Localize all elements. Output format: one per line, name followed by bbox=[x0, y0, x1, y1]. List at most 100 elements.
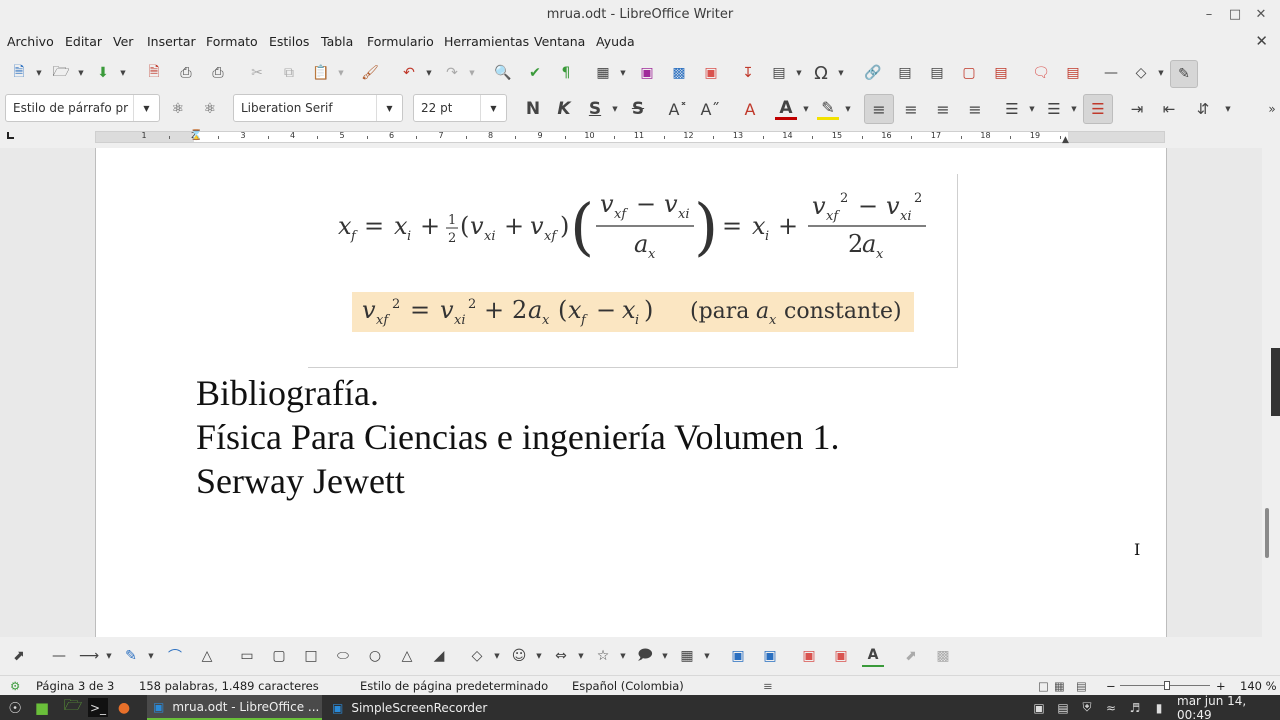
superscript-icon[interactable]: A˟ bbox=[667, 98, 689, 120]
show-desktop-icon[interactable]: ■ bbox=[32, 698, 52, 717]
clipboard-tray-icon[interactable]: ▤ bbox=[1054, 698, 1072, 717]
menu-ventana[interactable]: Ventana bbox=[534, 34, 585, 49]
taskbar-app-writer[interactable]: ▣ mrua.odt - LibreOffice ... bbox=[147, 695, 322, 720]
ellipse-icon[interactable]: ⬭ bbox=[332, 645, 354, 667]
draw-functions-icon[interactable]: ✎ bbox=[1170, 60, 1198, 88]
fontwork-icon[interactable]: A bbox=[862, 645, 884, 667]
doc-line-authors[interactable]: Serway Jewett bbox=[196, 460, 405, 502]
right-triangle-icon[interactable]: ◢ bbox=[428, 645, 450, 667]
anchor-icon[interactable]: ⬈ bbox=[900, 645, 922, 667]
ordered-list-icon[interactable]: ☰ bbox=[1043, 98, 1065, 120]
firefox-icon[interactable]: ● bbox=[114, 698, 134, 717]
ordered-list-dropdown-icon[interactable]: ▼ bbox=[1070, 98, 1078, 120]
terminal-icon[interactable]: >_ bbox=[88, 698, 108, 717]
menu-formato[interactable]: Formato bbox=[206, 34, 258, 49]
increase-indent-icon[interactable]: ⇥ bbox=[1126, 98, 1148, 120]
status-language[interactable]: Español (Colombia) bbox=[572, 679, 684, 693]
find-replace-icon[interactable]: 🔍 bbox=[492, 62, 514, 84]
menu-formulario[interactable]: Formulario bbox=[367, 34, 434, 49]
endnote-icon[interactable]: ▤ bbox=[926, 62, 948, 84]
decrease-indent-icon[interactable]: ⇤ bbox=[1158, 98, 1180, 120]
field-dropdown-icon[interactable]: ▼ bbox=[795, 62, 803, 84]
bold-button[interactable]: N bbox=[522, 98, 544, 120]
highlight-dropdown-icon[interactable]: ▼ bbox=[844, 98, 852, 120]
strikethrough-button[interactable]: S bbox=[627, 98, 649, 120]
comment-icon[interactable]: 🗨 bbox=[1030, 62, 1052, 84]
insert-image-icon[interactable]: ▣ bbox=[636, 62, 658, 84]
basic-shapes-icon[interactable]: ◇ bbox=[1130, 62, 1152, 84]
hyperlink-icon[interactable]: 🔗 bbox=[862, 62, 884, 84]
line-dropdown-icon[interactable]: ▼ bbox=[105, 645, 113, 667]
paragraph-style-dropdown-icon[interactable]: ▼ bbox=[133, 95, 159, 121]
font-name-combo[interactable]: Liberation Serif ▼ bbox=[233, 94, 403, 122]
basic-shapes-dropdown-icon[interactable]: ▼ bbox=[493, 645, 501, 667]
flowchart-icon[interactable]: ▦ bbox=[676, 645, 698, 667]
font-name-dropdown-icon[interactable]: ▼ bbox=[376, 95, 402, 121]
select-arrow-icon[interactable]: ⬈ bbox=[8, 645, 30, 667]
maximize-icon[interactable]: □ bbox=[1226, 6, 1244, 24]
zoom-slider-thumb[interactable] bbox=[1164, 681, 1170, 690]
redo-icon[interactable]: ↷ bbox=[441, 62, 463, 84]
textbox-icon[interactable]: ▣ bbox=[798, 645, 820, 667]
arrows-dropdown-icon[interactable]: ▼ bbox=[577, 645, 585, 667]
view-multi-page-icon[interactable]: ▦ bbox=[1054, 679, 1065, 693]
subscript-icon[interactable]: A˝ bbox=[699, 98, 721, 120]
save-dropdown-icon[interactable]: ▼ bbox=[119, 62, 127, 84]
formatting-marks-icon[interactable]: ¶ bbox=[555, 62, 577, 84]
status-nav-icon[interactable]: ⚙ bbox=[10, 679, 20, 693]
menu-estilos[interactable]: Estilos bbox=[269, 34, 309, 49]
undo-icon[interactable]: ↶ bbox=[398, 62, 420, 84]
arrow-line-icon[interactable]: ⟶ bbox=[78, 645, 100, 667]
shield-tray-icon[interactable]: ⛨ bbox=[1078, 698, 1096, 717]
minimize-icon[interactable]: – bbox=[1200, 6, 1218, 24]
spelling-icon[interactable]: ✔ bbox=[524, 62, 546, 84]
file-manager-icon[interactable]: 🗁 bbox=[62, 696, 84, 717]
track-changes-icon[interactable]: ▤ bbox=[1062, 62, 1084, 84]
flowchart-dropdown-icon[interactable]: ▼ bbox=[703, 645, 711, 667]
menu-ver[interactable]: Ver bbox=[113, 34, 133, 49]
italic-button[interactable]: K bbox=[553, 98, 575, 120]
status-page-style[interactable]: Estilo de página predeterminado bbox=[360, 679, 548, 693]
new-style-icon[interactable]: ⚛ bbox=[199, 98, 221, 120]
doc-line-title[interactable]: Física Para Ciencias e ingeniería Volume… bbox=[196, 416, 840, 458]
diamond-icon[interactable]: ◇ bbox=[466, 645, 488, 667]
line-tool-icon[interactable]: — bbox=[48, 645, 70, 667]
document-page[interactable]: xf = xi + 1 2 ( v xi + v xf ) ( v xf − v xi bbox=[95, 148, 1167, 637]
3d-object-icon[interactable]: ▩ bbox=[932, 645, 954, 667]
insert-table-icon[interactable]: ▦ bbox=[592, 62, 614, 84]
insert-chart-icon[interactable]: ▩ bbox=[668, 62, 690, 84]
status-word-count[interactable]: 158 palabras, 1.489 caracteres bbox=[139, 679, 319, 693]
doc-line-bibliografia[interactable]: Bibliografía. bbox=[196, 372, 379, 414]
battery-tray-icon[interactable]: ▮ bbox=[1150, 698, 1168, 717]
smiley-icon[interactable]: ☺ bbox=[508, 645, 530, 667]
indent-marker-icon[interactable]: ⌛ bbox=[190, 130, 202, 141]
insert-textbox-icon[interactable]: ▣ bbox=[700, 62, 722, 84]
vertical-text-icon[interactable]: ▣ bbox=[830, 645, 852, 667]
paste-icon[interactable]: 📋 bbox=[310, 62, 332, 84]
redo-dropdown-icon[interactable]: ▼ bbox=[468, 62, 476, 84]
open-dropdown-icon[interactable]: ▼ bbox=[77, 62, 85, 84]
print-icon[interactable]: ⎙ bbox=[175, 62, 197, 84]
highlight-color-icon[interactable]: ✎ bbox=[817, 98, 839, 120]
zoom-in-icon[interactable]: + bbox=[1216, 679, 1226, 693]
underline-dropdown-icon[interactable]: ▼ bbox=[611, 98, 619, 120]
export-pdf-icon[interactable]: 🗎 bbox=[143, 62, 165, 84]
update-style-icon[interactable]: ⚛ bbox=[167, 98, 189, 120]
menu-editar[interactable]: Editar bbox=[65, 34, 102, 49]
view-book-icon[interactable]: ▤ bbox=[1076, 679, 1087, 693]
taskbar-app-recorder[interactable]: ▣ SimpleScreenRecorder bbox=[326, 695, 506, 720]
save-icon[interactable]: ⬇ bbox=[92, 62, 114, 84]
outline-format-icon[interactable]: ☰ bbox=[1083, 94, 1113, 124]
horizontal-ruler[interactable]: 1 2 3 4 5 6 7 8 9 10 11 12 13 14 15 16 17 18 19 bbox=[95, 131, 1165, 143]
freeform-icon[interactable]: ✎ bbox=[120, 645, 142, 667]
callouts-dropdown-icon[interactable]: ▼ bbox=[661, 645, 669, 667]
menu-herramientas[interactable]: Herramientas bbox=[444, 34, 529, 49]
triangle-icon[interactable]: △ bbox=[396, 645, 418, 667]
cross-reference-icon[interactable]: ▤ bbox=[990, 62, 1012, 84]
bookmark-icon[interactable]: ▢ bbox=[958, 62, 980, 84]
wifi-tray-icon[interactable]: ≈ bbox=[1102, 698, 1120, 717]
font-color-dropdown-icon[interactable]: ▼ bbox=[802, 98, 810, 120]
special-char-dropdown-icon[interactable]: ▼ bbox=[837, 62, 845, 84]
clone-formatting-icon[interactable]: 🖌 bbox=[359, 62, 381, 84]
sidebar-toggle[interactable] bbox=[1271, 348, 1280, 416]
